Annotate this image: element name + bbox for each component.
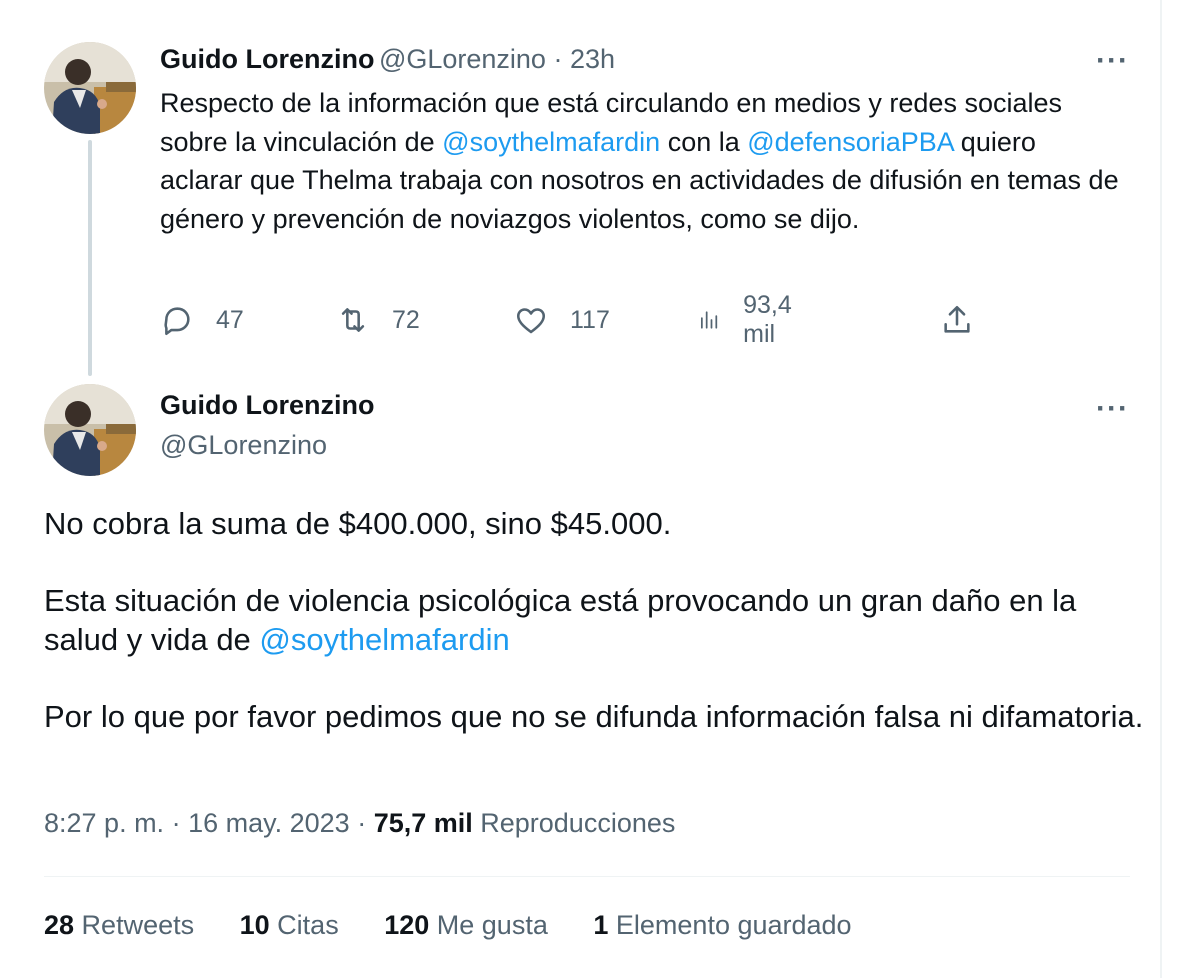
thread-connector — [88, 140, 92, 376]
stat-label: Citas — [269, 910, 339, 940]
header-separator: · — [545, 44, 570, 74]
author-handle[interactable]: @GLorenzino — [379, 44, 546, 74]
stat-label: Me gusta — [429, 910, 548, 940]
timeline-border — [1160, 0, 1162, 978]
tweet-time[interactable]: 23h — [570, 44, 615, 74]
share-icon — [944, 305, 970, 333]
avatar-tweet2[interactable] — [44, 384, 136, 476]
views-label: Reproducciones — [472, 808, 676, 838]
tweet2-text: No cobra la suma de $400.000, sino $45.0… — [44, 505, 1144, 775]
stat-retweets[interactable]: 28 Retweets — [44, 910, 194, 941]
views-bar-icon — [700, 311, 718, 329]
reply-button[interactable]: 47 — [160, 300, 244, 340]
tweet-text-segment: Esta situación de violencia psicológica … — [44, 583, 1077, 657]
stat-count: 120 — [384, 910, 430, 940]
share-button[interactable] — [940, 300, 974, 340]
tweet-paragraph: Esta situación de violencia psicológica … — [44, 582, 1144, 659]
like-button[interactable]: 117 — [514, 300, 610, 340]
stats-divider — [44, 876, 1130, 877]
avatar-tweet1[interactable] — [44, 42, 136, 134]
stat-count: 10 — [239, 910, 270, 940]
reply-count: 47 — [216, 305, 244, 334]
more-dots-icon[interactable]: ··· — [1096, 44, 1129, 78]
views-button[interactable]: 93,4 mil — [698, 291, 803, 348]
author-name[interactable]: Guido Lorenzino — [160, 44, 374, 74]
mention-link[interactable]: @soythelmafardin — [259, 622, 509, 657]
more-dots-icon[interactable]: ··· — [1096, 392, 1129, 426]
tweet-meta: 8:27 p. m. · 16 may. 2023 · 75,7 mil Rep… — [44, 808, 675, 839]
engagement-stats: 28 Retweets 10 Citas 120 Me gusta 1 Elem… — [44, 910, 890, 941]
heart-icon — [516, 308, 546, 334]
meta-separator: · — [349, 808, 374, 838]
retweet-button[interactable]: 72 — [336, 300, 420, 340]
tweet-paragraph: Por lo que por favor pedimos que no se d… — [44, 698, 1144, 734]
author-name[interactable]: Guido Lorenzino — [160, 390, 374, 421]
reply-icon — [164, 307, 190, 336]
stat-quotes[interactable]: 10 Citas — [240, 910, 339, 941]
tweet-text-segment: con la — [660, 126, 748, 157]
retweet-count: 72 — [392, 305, 420, 334]
views-total: 75,7 mil — [373, 808, 473, 838]
like-count: 117 — [570, 305, 610, 334]
mention-link[interactable]: @defensoriaPBA — [747, 127, 953, 157]
stat-likes[interactable]: 120 Me gusta — [384, 910, 548, 941]
stat-count: 1 — [593, 910, 609, 940]
avatar-photo — [44, 42, 136, 134]
post-time[interactable]: 8:27 p. m. — [44, 808, 164, 838]
retweet-icon — [341, 308, 365, 332]
post-date[interactable]: 16 may. 2023 — [188, 808, 350, 838]
stat-label: Retweets — [74, 910, 195, 940]
stat-count: 28 — [44, 910, 75, 940]
avatar-photo — [44, 384, 136, 476]
views-count: 93,4 mil — [743, 291, 792, 348]
meta-separator: · — [164, 808, 189, 838]
stat-label: Elemento guardado — [608, 910, 852, 940]
mention-link[interactable]: @soythelmafardin — [442, 127, 660, 157]
tweet1-header: Guido Lorenzino @GLorenzino · 23h — [160, 44, 615, 75]
tweet-paragraph: No cobra la suma de $400.000, sino $45.0… — [44, 506, 672, 541]
stat-bookmarks[interactable]: 1 Elemento guardado — [593, 910, 851, 941]
author-handle[interactable]: @GLorenzino — [160, 430, 327, 461]
tweet1-text: Respecto de la información que está circ… — [160, 84, 1120, 238]
